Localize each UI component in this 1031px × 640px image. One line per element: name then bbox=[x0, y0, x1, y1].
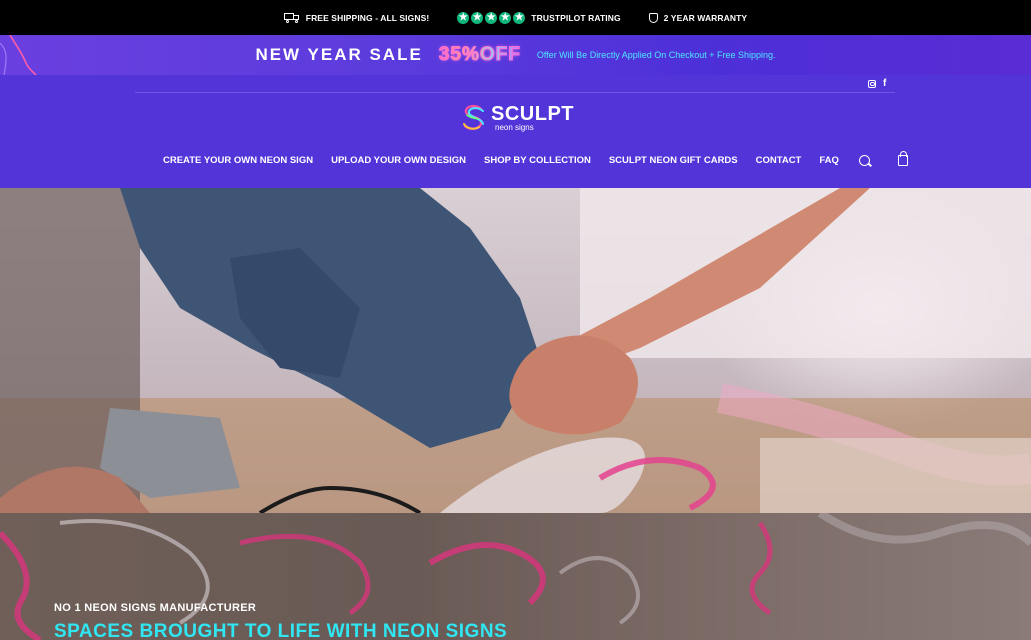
sculpt-logo-mark-icon bbox=[463, 104, 484, 130]
nav-gift-cards[interactable]: SCULPT NEON GIFT CARDS bbox=[609, 155, 738, 166]
shield-icon bbox=[648, 12, 658, 23]
truck-icon bbox=[283, 12, 300, 23]
instagram-icon[interactable] bbox=[868, 79, 876, 88]
trustpilot-text: TRUSTPILOT RATING bbox=[531, 12, 621, 23]
sale-note: Offer Will Be Directly Applied On Checko… bbox=[536, 50, 776, 60]
top-announcement-bar: FREE SHIPPING - ALL SIGNS! ★ ★ ★ ★ ★ TRU… bbox=[0, 0, 1031, 35]
nav-faq[interactable]: FAQ bbox=[819, 155, 839, 166]
logo-subtitle: neon signs bbox=[495, 123, 534, 132]
hero-image bbox=[0, 188, 1031, 513]
trustpilot-item[interactable]: ★ ★ ★ ★ ★ TRUSTPILOT RATING bbox=[457, 11, 621, 24]
sale-percent-off: 35%OFF bbox=[438, 44, 521, 66]
hero-text-section: NO 1 NEON SIGNS MANUFACTURER SPACES BROU… bbox=[0, 513, 1031, 640]
hero-eyebrow: NO 1 NEON SIGNS MANUFACTURER bbox=[54, 602, 257, 614]
header-divider bbox=[135, 92, 895, 93]
search-icon[interactable] bbox=[858, 155, 870, 166]
sale-title: NEW YEAR SALE bbox=[255, 45, 423, 64]
site-header: f SCULPT neon signs CREATE YOUR OWN NEON… bbox=[0, 75, 1031, 188]
neon-squiggle-decoration bbox=[0, 35, 37, 75]
logo-name: SCULPT bbox=[491, 103, 574, 125]
site-logo[interactable]: SCULPT neon signs bbox=[461, 103, 574, 133]
warranty-item: 2 YEAR WARRANTY bbox=[648, 12, 748, 23]
free-shipping-text: FREE SHIPPING - ALL SIGNS! bbox=[305, 12, 430, 23]
trustpilot-stars-icon: ★ ★ ★ ★ ★ bbox=[457, 11, 526, 24]
logo-text: SCULPT neon signs bbox=[491, 104, 574, 132]
free-shipping-item: FREE SHIPPING - ALL SIGNS! bbox=[283, 12, 430, 23]
nav-create-your-own[interactable]: CREATE YOUR OWN NEON SIGN bbox=[163, 155, 313, 166]
nav-shop-by-collection[interactable]: SHOP BY COLLECTION bbox=[484, 155, 591, 166]
warranty-text: 2 YEAR WARRANTY bbox=[663, 12, 748, 23]
cart-icon[interactable] bbox=[897, 151, 908, 166]
nav-upload-design[interactable]: UPLOAD YOUR OWN DESIGN bbox=[331, 155, 466, 166]
sale-banner[interactable]: NEW YEAR SALE 35%OFF Offer Will Be Direc… bbox=[0, 35, 1031, 75]
facebook-icon[interactable]: f bbox=[883, 78, 886, 89]
nav-contact[interactable]: CONTACT bbox=[756, 155, 802, 166]
hero-headline: SPACES BROUGHT TO LIFE WITH NEON SIGNS bbox=[54, 621, 508, 640]
hero-photo-illustration bbox=[0, 188, 1031, 513]
social-links: f bbox=[868, 78, 886, 89]
main-nav: CREATE YOUR OWN NEON SIGN UPLOAD YOUR OW… bbox=[163, 151, 908, 166]
